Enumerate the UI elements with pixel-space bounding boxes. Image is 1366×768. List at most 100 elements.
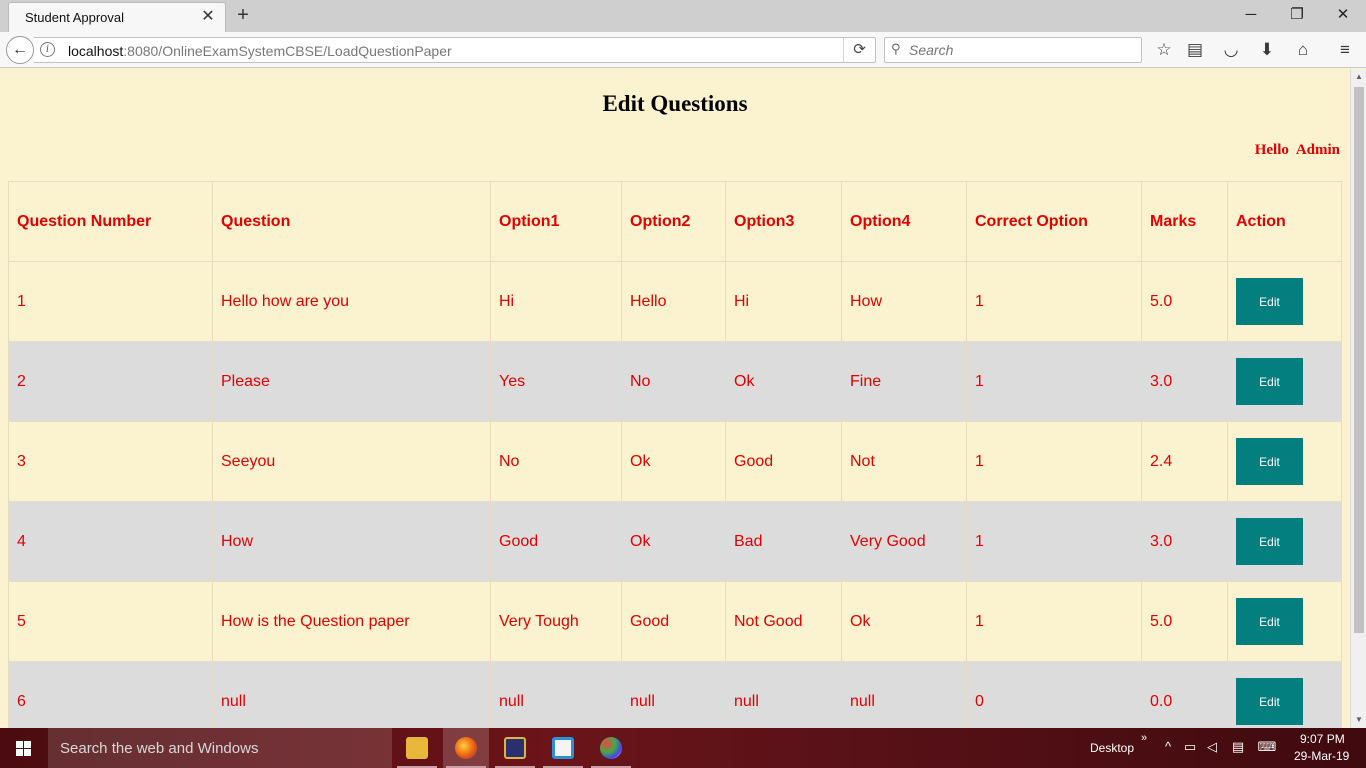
- restore-icon[interactable]: ❐: [1274, 0, 1320, 30]
- action-cell: Edit: [1227, 261, 1342, 342]
- tab-strip: Student Approval ✕ + ─ ❐ ✕: [0, 0, 1366, 32]
- bookmark-star-icon[interactable]: ☆: [1151, 38, 1177, 62]
- clock-time[interactable]: 9:07 PM: [1300, 732, 1345, 746]
- pocket-icon[interactable]: ◡: [1218, 38, 1244, 62]
- correct-option-cell: 1: [966, 341, 1142, 422]
- option4-cell: null: [841, 661, 967, 728]
- address-bar[interactable]: i localhost:8080/OnlineExamSystemCBSE/Lo…: [34, 37, 876, 63]
- option3-cell: null: [725, 661, 842, 728]
- correct-option-cell: 1: [966, 261, 1142, 342]
- table-row: 4 How Good Ok Bad Very Good 1 3.0 Edit: [8, 501, 1342, 582]
- column-header: Correct Option: [966, 181, 1142, 262]
- table-row: 5 How is the Question paper Very Tough G…: [8, 581, 1342, 662]
- marks-cell: 5.0: [1141, 581, 1228, 662]
- correct-option-cell: 1: [966, 421, 1142, 502]
- taskbar-search-text: Search the web and Windows: [60, 740, 259, 757]
- reload-icon[interactable]: ⟳: [843, 38, 875, 62]
- media-player-icon: [552, 737, 574, 759]
- taskbar-search[interactable]: Search the web and Windows: [48, 728, 392, 768]
- edit-button[interactable]: Edit: [1236, 598, 1303, 645]
- app-button[interactable]: [492, 728, 538, 768]
- column-header: Marks: [1141, 181, 1228, 262]
- volume-icon[interactable]: ◁: [1204, 739, 1220, 755]
- notification-icon[interactable]: ▤: [1230, 739, 1246, 755]
- reading-list-icon[interactable]: ▤: [1182, 38, 1208, 62]
- option4-cell: Ok: [841, 581, 967, 662]
- column-header: Action: [1227, 181, 1342, 262]
- scroll-up-icon[interactable]: ▲: [1351, 69, 1366, 85]
- question-cell: Seeyou: [212, 421, 491, 502]
- column-header: Question Number: [8, 181, 213, 262]
- url-path: :8080/OnlineExamSystemCBSE/LoadQuestionP…: [123, 43, 452, 59]
- table-row: 3 Seeyou No Ok Good Not 1 2.4 Edit: [8, 421, 1342, 502]
- search-icon: ⚲: [891, 41, 901, 56]
- question-number-cell: 1: [8, 261, 213, 342]
- questions-table: Question Number Question Option1 Option2…: [8, 181, 1342, 728]
- network-icon[interactable]: ▭: [1182, 739, 1198, 755]
- paint-button[interactable]: [588, 728, 634, 768]
- firefox-icon: [455, 737, 477, 759]
- scrollbar-thumb[interactable]: [1354, 87, 1364, 633]
- close-window-icon[interactable]: ✕: [1320, 0, 1366, 30]
- option2-cell: Ok: [621, 501, 726, 582]
- edit-button[interactable]: Edit: [1236, 278, 1303, 325]
- menu-icon[interactable]: ≡: [1332, 38, 1358, 62]
- column-header: Option3: [725, 181, 842, 262]
- option3-cell: Good: [725, 421, 842, 502]
- taskbar: Search the web and Windows Desktop » ^ ▭…: [0, 728, 1366, 768]
- edit-button[interactable]: Edit: [1236, 358, 1303, 405]
- correct-option-cell: 1: [966, 581, 1142, 662]
- minimize-icon[interactable]: ─: [1228, 0, 1274, 30]
- url-text[interactable]: localhost:8080/OnlineExamSystemCBSE/Load…: [68, 43, 452, 59]
- search-input[interactable]: [909, 40, 1134, 60]
- table-row: 1 Hello how are you Hi Hello Hi How 1 5.…: [8, 261, 1342, 342]
- new-tab-icon[interactable]: +: [232, 4, 254, 26]
- question-cell: How: [212, 501, 491, 582]
- question-cell: Hello how are you: [212, 261, 491, 342]
- ide-icon: [504, 737, 526, 759]
- search-box[interactable]: ⚲: [884, 37, 1142, 63]
- option1-cell: Good: [490, 501, 622, 582]
- table-row: 2 Please Yes No Ok Fine 1 3.0 Edit: [8, 341, 1342, 422]
- column-header: Option1: [490, 181, 622, 262]
- home-icon[interactable]: ⌂: [1290, 38, 1316, 62]
- start-button[interactable]: [0, 728, 48, 768]
- browser-tab[interactable]: Student Approval ✕: [8, 2, 226, 32]
- back-button[interactable]: ←: [6, 36, 34, 64]
- file-explorer-button[interactable]: [394, 728, 440, 768]
- scroll-down-icon[interactable]: ▼: [1351, 712, 1366, 728]
- page-content: Edit Questions Hello Admin Question Numb…: [0, 69, 1350, 728]
- question-cell: Please: [212, 341, 491, 422]
- option4-cell: Very Good: [841, 501, 967, 582]
- option2-cell: Good: [621, 581, 726, 662]
- option2-cell: Hello: [621, 261, 726, 342]
- firefox-button[interactable]: [443, 728, 489, 768]
- question-number-cell: 2: [8, 341, 213, 422]
- column-header: Option2: [621, 181, 726, 262]
- show-hidden-icons-icon[interactable]: ^: [1160, 739, 1176, 755]
- clock-date[interactable]: 29-Mar-19: [1294, 749, 1349, 763]
- download-icon[interactable]: ⬇: [1254, 38, 1280, 62]
- option1-cell: Hi: [490, 261, 622, 342]
- action-cell: Edit: [1227, 421, 1342, 502]
- url-host: localhost: [68, 43, 124, 59]
- keyboard-icon[interactable]: ⌨: [1256, 739, 1278, 755]
- option4-cell: How: [841, 261, 967, 342]
- tab-title: Student Approval: [25, 10, 125, 25]
- desktop-toolbar-label[interactable]: Desktop: [1090, 741, 1134, 755]
- edit-button[interactable]: Edit: [1236, 438, 1303, 485]
- edit-button[interactable]: Edit: [1236, 518, 1303, 565]
- paint-icon: [600, 737, 622, 759]
- option3-cell: Not Good: [725, 581, 842, 662]
- question-cell: How is the Question paper: [212, 581, 491, 662]
- option1-cell: Very Tough: [490, 581, 622, 662]
- vertical-scrollbar[interactable]: ▲ ▼: [1350, 69, 1366, 728]
- question-number-cell: 6: [8, 661, 213, 728]
- correct-option-cell: 1: [966, 501, 1142, 582]
- close-tab-icon[interactable]: ✕: [199, 8, 217, 26]
- site-info-icon[interactable]: i: [40, 42, 55, 57]
- option3-cell: Hi: [725, 261, 842, 342]
- media-player-button[interactable]: [540, 728, 586, 768]
- edit-button[interactable]: Edit: [1236, 678, 1303, 725]
- toolbar-expand-icon[interactable]: »: [1141, 732, 1147, 744]
